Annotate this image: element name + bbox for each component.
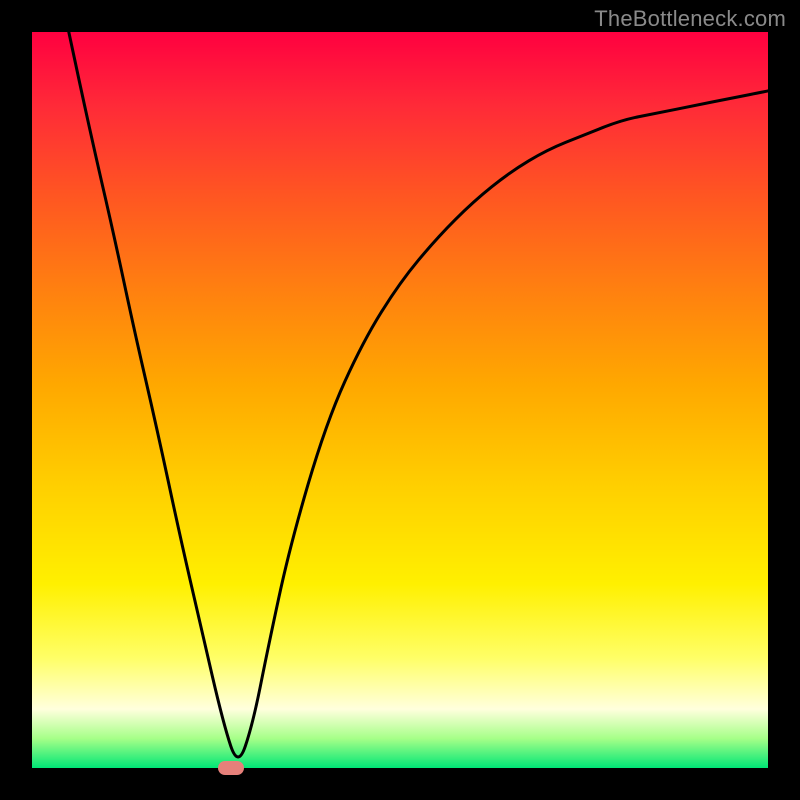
bottleneck-curve <box>69 32 768 757</box>
chart-frame: TheBottleneck.com <box>0 0 800 800</box>
optimal-point-marker <box>218 761 244 775</box>
watermark-text: TheBottleneck.com <box>594 6 786 32</box>
plot-area <box>32 32 768 768</box>
curve-svg <box>32 32 768 768</box>
